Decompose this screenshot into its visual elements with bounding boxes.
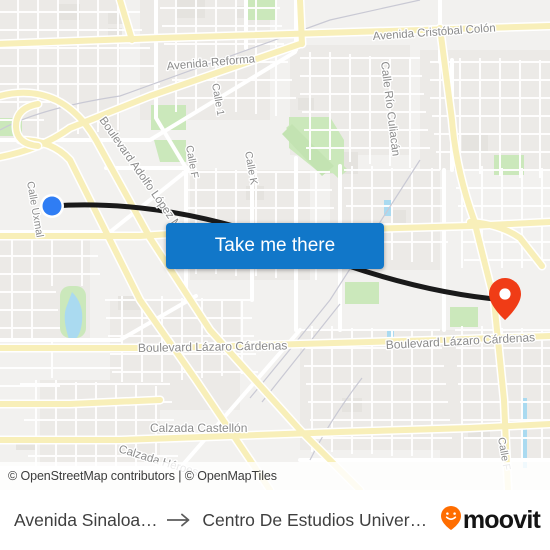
take-me-there-button[interactable]: Take me there — [166, 223, 384, 269]
trip-origin-label: Avenida Sinaloa / ... — [14, 509, 159, 530]
moovit-logo[interactable]: moovit — [440, 505, 541, 536]
trip-endpoints[interactable]: Avenida Sinaloa / ... Centro De Estudios… — [14, 510, 434, 531]
origin-marker[interactable] — [40, 194, 64, 218]
label-boulevard-lazaro-cardenas-left: Boulevard Lázaro Cárdenas — [138, 338, 288, 355]
moovit-pin-icon — [440, 505, 462, 536]
moovit-map-screen: Avenida Cristóbal Colón Avenida Reforma … — [0, 0, 550, 550]
map-attribution: © OpenStreetMap contributors | © OpenMap… — [0, 462, 550, 490]
trip-summary-bar: Avenida Sinaloa / ... Centro De Estudios… — [0, 490, 550, 550]
moovit-wordmark: moovit — [462, 505, 541, 534]
trip-destination-label: Centro De Estudios Universita... — [202, 509, 434, 530]
arrow-right-icon — [167, 513, 193, 527]
label-calzada-castellon: Calzada Castellón — [150, 421, 247, 435]
